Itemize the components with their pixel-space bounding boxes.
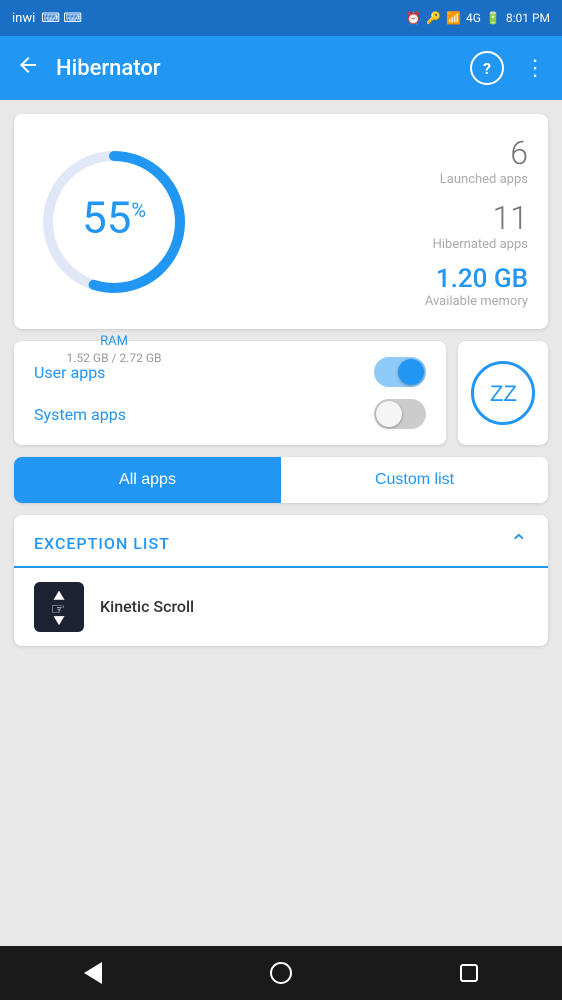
user-apps-toggle[interactable] (374, 357, 426, 387)
back-nav-icon (84, 962, 102, 984)
svg-text:☞: ☞ (51, 600, 66, 618)
stats-card: 55% RAM 1.52 GB / 2.72 GB 6 Launched app… (14, 114, 548, 329)
system-apps-toggle-row: System apps (34, 399, 426, 429)
ram-usage: 1.52 GB / 2.72 GB (34, 351, 194, 365)
status-bar: inwi ⌨ ⌨ ⏰ 🔑 📶 4G 🔋 8:01 PM (0, 0, 562, 36)
main-content: 55% RAM 1.52 GB / 2.72 GB 6 Launched app… (0, 100, 562, 946)
system-apps-label: System apps (34, 405, 126, 424)
home-nav-icon (270, 962, 292, 984)
time-label: 8:01 PM (506, 11, 550, 25)
usb-icons: ⌨ ⌨ (41, 11, 82, 26)
app-bar-actions: ? ⋮ (470, 51, 546, 85)
launched-apps-count: 6 (440, 134, 528, 172)
stats-right: 6 Launched apps 11 Hibernated apps 1.20 … (194, 134, 528, 309)
back-nav-button[interactable] (84, 962, 102, 984)
exception-title: Exception List (34, 534, 170, 553)
more-options-button[interactable]: ⋮ (524, 56, 546, 81)
app-title: Hibernator (56, 56, 470, 81)
user-apps-label: User apps (34, 363, 105, 382)
hibernated-apps-label: Hibernated apps (433, 237, 528, 252)
alarm-icon: ⏰ (406, 11, 421, 25)
available-memory-stat: 1.20 GB Available memory (425, 264, 528, 309)
hibernated-apps-count: 11 (433, 199, 528, 237)
ram-label: RAM (34, 334, 194, 349)
available-memory-value: 1.20 GB (425, 264, 528, 294)
ram-circle-chart: 55% RAM 1.52 GB / 2.72 GB (34, 142, 194, 302)
custom-list-tab[interactable]: Custom list (281, 457, 548, 503)
status-bar-right: ⏰ 🔑 📶 4G 🔋 8:01 PM (406, 11, 550, 25)
recent-nav-icon (460, 964, 478, 982)
wifi-icon: 📶 (446, 11, 461, 25)
app-name-kinetic-scroll: Kinetic Scroll (100, 597, 194, 616)
signal-icon: 4G (466, 11, 481, 25)
app-bar: Hibernator ? ⋮ (0, 36, 562, 100)
exception-collapse-button[interactable]: ⌃ (510, 531, 528, 556)
bottom-nav (0, 946, 562, 1000)
available-memory-label: Available memory (425, 294, 528, 309)
app-icon-kinetic-scroll: ☞ (34, 582, 84, 632)
battery-icon: 🔋 (486, 11, 501, 25)
launched-apps-label: Launched apps (440, 172, 528, 187)
exception-card: Exception List ⌃ ☞ Kinetic Scroll (14, 515, 548, 646)
sleep-icon: ZZ (471, 361, 535, 425)
home-nav-button[interactable] (270, 962, 292, 984)
all-apps-tab[interactable]: All apps (14, 457, 281, 503)
ram-percent: 55% (82, 195, 146, 239)
list-item: ☞ Kinetic Scroll (14, 568, 548, 646)
svg-text:ZZ: ZZ (490, 381, 517, 406)
carrier-label: inwi (12, 11, 35, 26)
system-apps-toggle[interactable] (374, 399, 426, 429)
hibernated-apps-stat: 11 Hibernated apps (433, 199, 528, 252)
recent-nav-button[interactable] (460, 964, 478, 982)
key-icon: 🔑 (426, 11, 441, 25)
back-button[interactable] (16, 53, 40, 83)
exception-header: Exception List ⌃ (14, 515, 548, 566)
sleep-button[interactable]: ZZ (458, 341, 548, 445)
help-button[interactable]: ? (470, 51, 504, 85)
tab-row: All apps Custom list (14, 457, 548, 503)
status-bar-left: inwi ⌨ ⌨ (12, 11, 82, 26)
launched-apps-stat: 6 Launched apps (440, 134, 528, 187)
